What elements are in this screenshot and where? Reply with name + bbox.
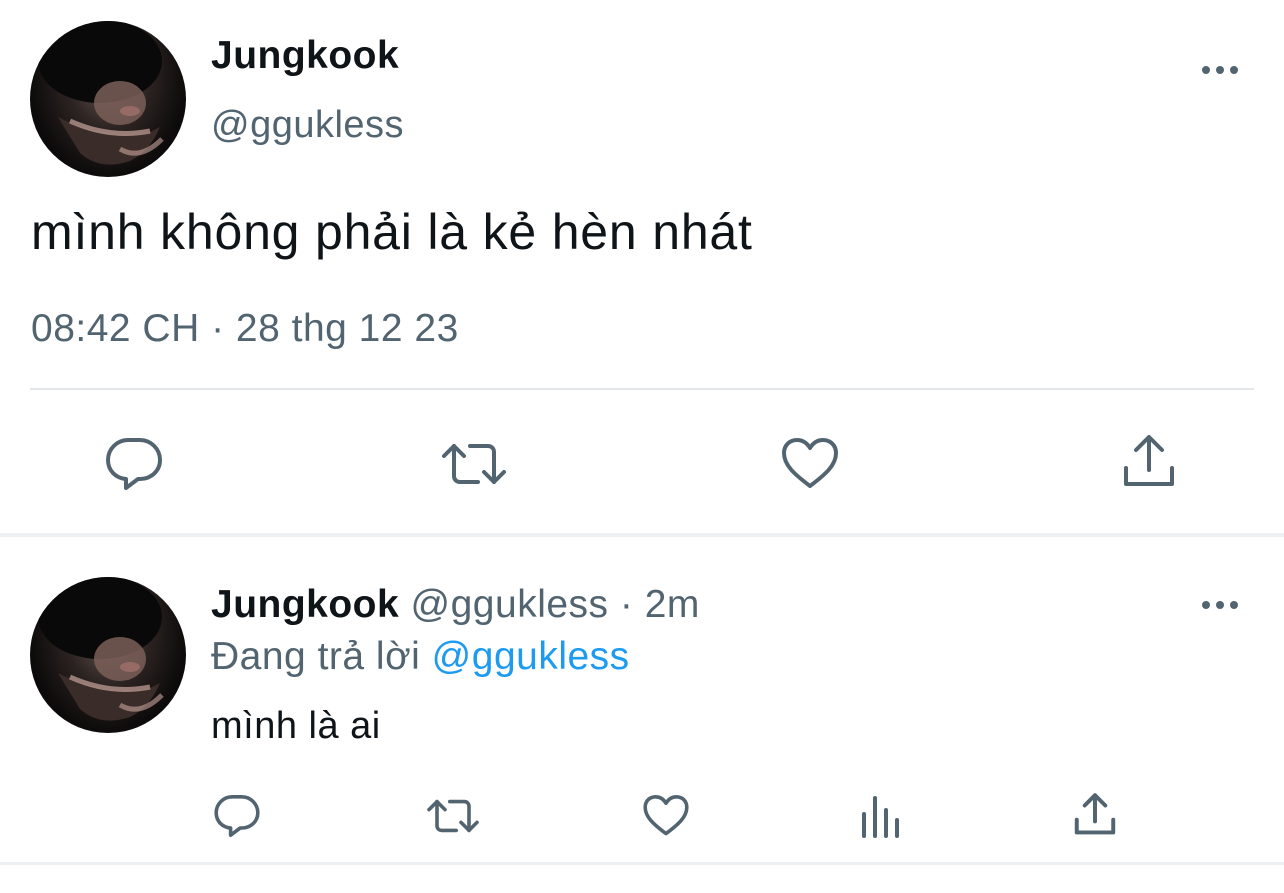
- analytics-icon[interactable]: [858, 792, 904, 840]
- tweet-text: mình không phải là kẻ hèn nhát: [31, 204, 753, 260]
- reply-tweet[interactable]: Jungkook @ggukless · 2m Đang trả lời @gg…: [0, 537, 1284, 862]
- author-name[interactable]: Jungkook: [211, 34, 399, 78]
- main-tweet: Jungkook @ggukless mình không phải là kẻ…: [0, 0, 1284, 533]
- reply-icon[interactable]: [104, 434, 164, 494]
- replying-to-label: Đang trả lời: [211, 635, 421, 678]
- reply-icon[interactable]: [213, 792, 261, 840]
- author-handle[interactable]: @ggukless: [211, 104, 404, 147]
- like-icon[interactable]: [641, 792, 691, 840]
- tweet-time[interactable]: 2m: [645, 583, 700, 626]
- replying-to: Đang trả lời @ggukless: [211, 635, 630, 679]
- avatar-photo: [38, 577, 164, 721]
- like-icon[interactable]: [780, 434, 840, 494]
- more-horizontal-icon[interactable]: [1198, 60, 1242, 80]
- separator-dot: ·: [619, 583, 634, 626]
- avatar[interactable]: [30, 577, 186, 733]
- retweet-icon[interactable]: [425, 792, 481, 840]
- bottom-divider: [0, 862, 1284, 865]
- author-name[interactable]: Jungkook: [211, 583, 399, 626]
- tweet-timestamp[interactable]: 08:42 CH · 28 thg 12 23: [31, 307, 459, 351]
- retweet-icon[interactable]: [440, 434, 508, 494]
- tweet-text: mình là ai: [211, 705, 381, 747]
- replying-to-link[interactable]: @ggukless: [432, 635, 630, 678]
- more-horizontal-icon[interactable]: [1198, 595, 1242, 615]
- reply-header: Jungkook @ggukless · 2m: [211, 583, 700, 627]
- avatar[interactable]: [30, 21, 186, 177]
- author-handle[interactable]: @ggukless: [411, 583, 609, 626]
- share-icon[interactable]: [1120, 432, 1178, 492]
- avatar-photo: [38, 21, 164, 165]
- share-icon[interactable]: [1072, 790, 1118, 840]
- divider: [30, 388, 1254, 390]
